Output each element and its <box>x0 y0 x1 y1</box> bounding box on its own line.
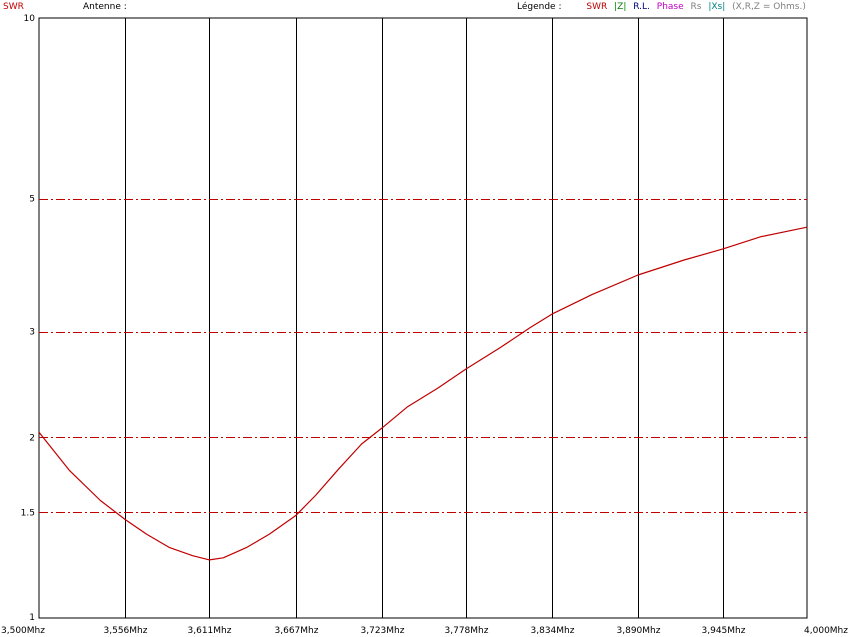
x-tick-label: 3,890Mhz <box>617 626 661 636</box>
y-tick-label: 5 <box>29 195 35 205</box>
grid-layer <box>38 17 808 619</box>
plot-frame <box>38 17 808 619</box>
y-tick-label: 1.5 <box>21 508 35 518</box>
swr-chart: 3,500Mhz 3,556Mhz 3,611Mhz 3,667Mhz 3,723Mhz… <box>1 14 848 636</box>
y-tick-label: 1 <box>29 613 35 623</box>
x-tick-label: 3,611Mhz <box>188 626 232 636</box>
x-tick-label: 3,945Mhz <box>702 626 746 636</box>
swr-series-line <box>38 226 808 561</box>
x-tick-label: 4,000Mhz <box>804 626 848 636</box>
labels-layer: 3,500Mhz 3,556Mhz 3,611Mhz 3,667Mhz 3,723Mhz… <box>1 14 848 636</box>
x-tick-label: 3,834Mhz <box>531 626 575 636</box>
x-tick-label: 3,723Mhz <box>361 626 405 636</box>
x-tick-label: 3,778Mhz <box>445 626 489 636</box>
data-layer <box>38 226 808 561</box>
x-tick-label: 3,667Mhz <box>275 626 319 636</box>
y-tick-label: 2 <box>29 433 35 443</box>
x-tick-label: 3,500Mhz <box>1 626 45 636</box>
x-tick-label: 3,556Mhz <box>104 626 148 636</box>
y-tick-label: 3 <box>29 328 35 338</box>
y-tick-label: 10 <box>24 14 36 24</box>
